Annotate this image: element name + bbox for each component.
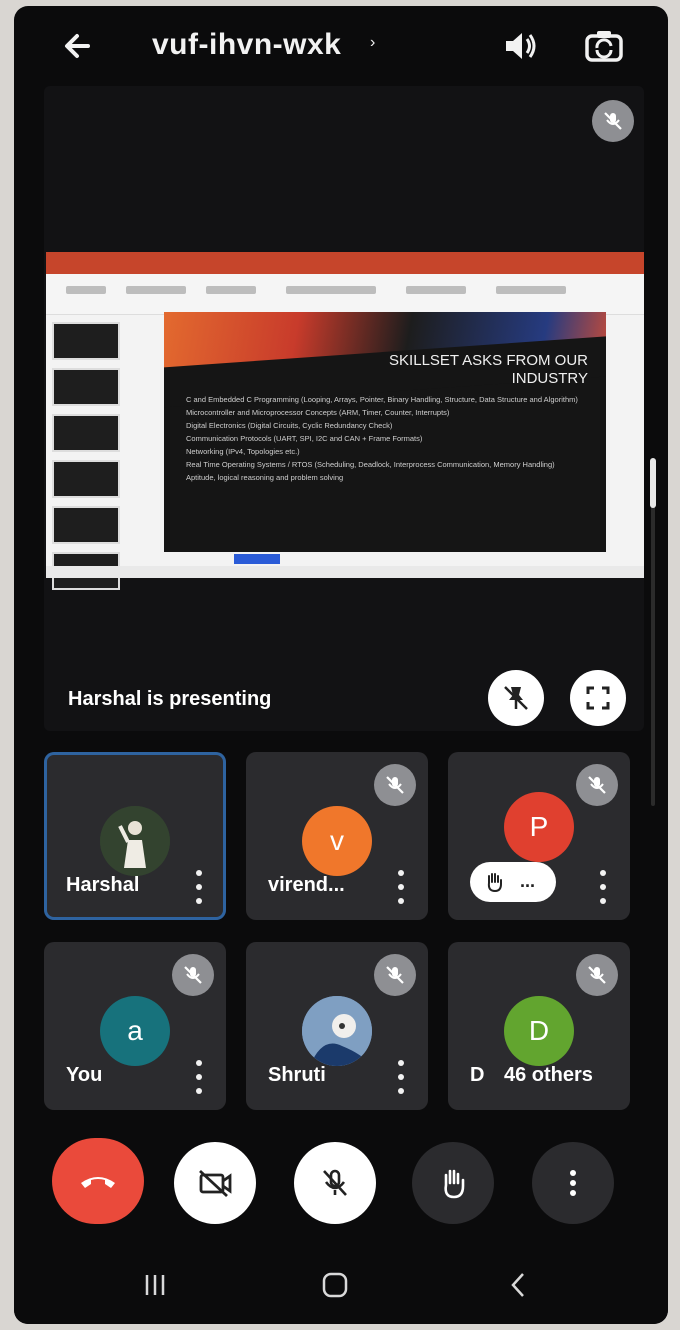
slide-title: SKILLSET ASKS FROM OUR INDUSTRY — [389, 352, 588, 387]
slide-bullets: C and Embedded C Programming (Looping, A… — [186, 394, 586, 485]
end-call-button[interactable] — [52, 1138, 144, 1224]
participant-name: You — [66, 1064, 103, 1086]
mic-off-button[interactable] — [294, 1142, 376, 1224]
mic-off-badge — [172, 954, 214, 996]
person-photo-icon — [302, 996, 372, 1066]
bullet: Microcontroller and Microprocessor Conce… — [186, 408, 450, 417]
mic-off-icon — [386, 966, 404, 984]
back-icon[interactable] — [508, 1270, 528, 1300]
scrollbar-track[interactable] — [651, 476, 655, 806]
raise-hand-icon — [444, 1169, 465, 1199]
speaker-icon[interactable] — [500, 26, 540, 66]
participant-name: Harshal — [66, 874, 140, 896]
more-vert-icon[interactable] — [394, 1060, 408, 1094]
mic-off-badge — [374, 954, 416, 996]
participant-prefix: D — [470, 1064, 485, 1086]
mic-off-badge — [576, 954, 618, 996]
scrollbar-thumb[interactable] — [650, 458, 656, 508]
avatar: D — [504, 996, 574, 1066]
raise-hand-label: ... — [520, 871, 536, 891]
more-vert-icon — [570, 1170, 576, 1196]
home-icon[interactable] — [320, 1270, 350, 1300]
top-bar: vuf-ihvn-wxk › — [14, 6, 668, 86]
arrow-left-icon[interactable] — [58, 26, 98, 66]
more-vert-icon[interactable] — [394, 870, 408, 904]
slide-thumbnails — [52, 322, 122, 598]
mic-off-icon — [588, 776, 606, 794]
presenter-muted-badge — [592, 100, 634, 142]
mic-off-badge — [576, 764, 618, 806]
bullet: Communication Protocols (UART, SPI, I2C … — [186, 434, 423, 443]
participant-tile[interactable]: Harshal — [44, 752, 226, 920]
participant-name: virend... — [268, 874, 345, 896]
ppt-title-bar — [46, 252, 644, 274]
shared-screen: SKILLSET ASKS FROM OUR INDUSTRY C and Em… — [46, 252, 644, 590]
raise-hand-button[interactable] — [412, 1142, 494, 1224]
participant-tile[interactable]: v virend... — [246, 752, 428, 920]
windows-taskbar — [46, 566, 644, 578]
participant-name: 46 others — [504, 1064, 593, 1086]
mic-off-icon — [386, 776, 404, 794]
mic-off-icon — [323, 1169, 347, 1196]
recents-icon[interactable] — [142, 1272, 168, 1298]
camera-flip-icon[interactable] — [582, 24, 626, 68]
meeting-code[interactable]: vuf-ihvn-wxk — [152, 28, 341, 62]
raised-hand-chip: ... — [470, 862, 556, 902]
participant-tile[interactable]: a You — [44, 942, 226, 1110]
fullscreen-icon — [586, 686, 610, 710]
slide-button — [234, 554, 280, 564]
presenting-label: Harshal is presenting — [68, 688, 272, 710]
hang-up-icon — [81, 1177, 115, 1188]
bullet: Real Time Operating Systems / RTOS (Sche… — [186, 460, 555, 469]
avatar — [302, 996, 372, 1066]
bullet: C and Embedded C Programming (Looping, A… — [186, 395, 578, 404]
avatar: a — [100, 996, 170, 1066]
more-vert-icon[interactable] — [596, 870, 610, 904]
avatar: v — [302, 806, 372, 876]
more-options-button[interactable] — [532, 1142, 614, 1224]
more-vert-icon[interactable] — [192, 870, 206, 904]
fullscreen-button[interactable] — [570, 670, 626, 726]
participant-tile[interactable]: Shruti — [246, 942, 428, 1110]
more-vert-icon[interactable] — [192, 1060, 206, 1094]
mic-off-icon — [588, 966, 606, 984]
participant-name: Shruti — [268, 1064, 326, 1086]
chevron-right-icon[interactable]: › — [370, 34, 375, 52]
person-photo-icon — [100, 806, 170, 876]
system-nav-bar — [14, 1246, 668, 1324]
camera-off-icon — [199, 1169, 232, 1198]
bullet: Digital Electronics (Digital Circuits, C… — [186, 421, 393, 430]
raise-hand-icon — [487, 873, 502, 893]
camera-off-button[interactable] — [174, 1142, 256, 1224]
avatar: P — [504, 792, 574, 862]
unpin-button[interactable] — [488, 670, 544, 726]
unpin-icon — [504, 686, 528, 710]
bullet: Aptitude, logical reasoning and problem … — [186, 473, 344, 482]
phone-screen: vuf-ihvn-wxk › SKILLSET ASKS FROM OUR IN… — [14, 6, 668, 1324]
mic-off-icon — [184, 966, 202, 984]
mic-off-badge — [374, 764, 416, 806]
avatar — [100, 806, 170, 876]
participant-tile[interactable]: P ... — [448, 752, 630, 920]
bullet: Networking (IPv4, Topologies etc.) — [186, 447, 300, 456]
ppt-toolbar — [46, 274, 644, 315]
slide: SKILLSET ASKS FROM OUR INDUSTRY C and Em… — [164, 312, 606, 552]
participant-tile[interactable]: D D 46 others — [448, 942, 630, 1110]
mic-off-icon — [604, 112, 622, 130]
